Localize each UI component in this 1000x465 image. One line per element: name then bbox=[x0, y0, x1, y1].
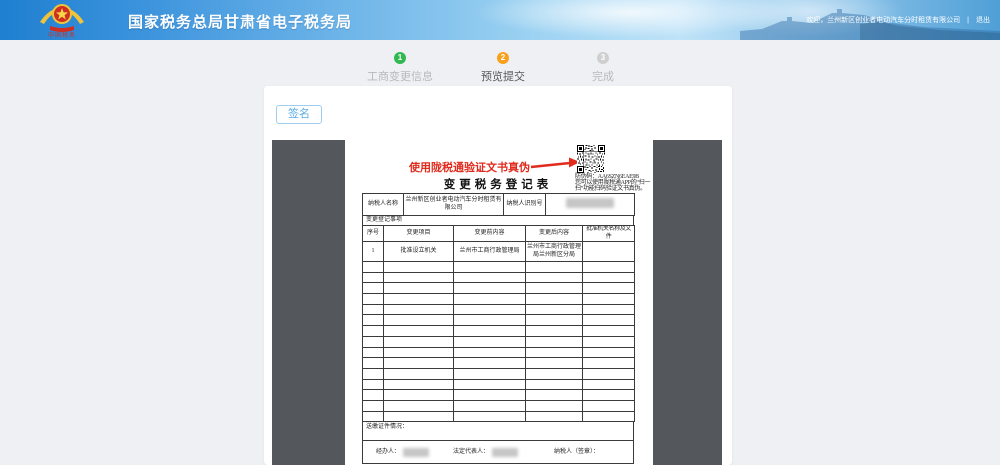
col-seq: 序号 bbox=[363, 226, 384, 242]
stepper: 1 工商变更信息 2 预览提交 3 完成 bbox=[0, 52, 1000, 86]
empty-row bbox=[363, 390, 635, 401]
taxpayer-name-value: 兰州新区创业者电动汽车分时租赁有限公司 bbox=[404, 194, 504, 216]
empty-row bbox=[363, 283, 635, 294]
redacted-value bbox=[566, 198, 614, 208]
cell-seq: 1 bbox=[363, 242, 384, 262]
qr-code bbox=[577, 145, 605, 173]
welcome-text: 欢迎，兰州新区创业者电动汽车分时租赁有限公司 bbox=[806, 15, 960, 25]
empty-row bbox=[363, 294, 635, 305]
table-row: 送缴证件情况： bbox=[363, 422, 634, 441]
document-title: 变更税务登记表 bbox=[362, 176, 634, 192]
table-row: 变更登记事项 bbox=[363, 216, 634, 226]
app-title: 国家税务总局甘肃省电子税务局 bbox=[128, 11, 352, 32]
col-authority: 批准机关名称及文件 bbox=[583, 226, 635, 242]
handler-label: 经办人： bbox=[376, 449, 400, 457]
signature-cell: 经办人： 法定代表人： 纳税人（签章）： bbox=[363, 441, 634, 464]
annotation-arrow-icon bbox=[530, 156, 580, 172]
change-items-section-label: 变更登记事项 bbox=[363, 216, 634, 226]
cell-change-item: 批准设立机关 bbox=[384, 242, 454, 262]
document-viewer: 使用陇税通验证文书真伪 防伪码：AA6SZN6EAE9B 您可以使用陇税通APP… bbox=[272, 140, 722, 465]
content-card: 签名 使用陇税通验证文书真伪 防伪码：AA6SZN6EAE9B 您可以使用陇税通… bbox=[264, 86, 732, 465]
step-complete: 3 完成 bbox=[538, 52, 668, 84]
registration-form: 纳税人名称 兰州新区创业者电动汽车分时租赁有限公司 纳税人识别号 变更登记事项 … bbox=[362, 194, 634, 464]
cell-authority bbox=[583, 242, 635, 262]
signature-table: 经办人： 法定代表人： 纳税人（签章）： bbox=[362, 440, 634, 464]
logout-link[interactable]: 退出 bbox=[976, 15, 990, 25]
col-before: 变更前内容 bbox=[454, 226, 526, 242]
table-row: 纳税人名称 兰州新区创业者电动汽车分时租赁有限公司 纳税人识别号 bbox=[363, 194, 635, 216]
empty-row bbox=[363, 358, 635, 369]
empty-row bbox=[363, 347, 635, 358]
taxpayer-info-table: 纳税人名称 兰州新区创业者电动汽车分时租赁有限公司 纳税人识别号 bbox=[362, 193, 635, 216]
table-header-row: 序号 变更项目 变更前内容 变更后内容 批准机关名称及文件 bbox=[363, 226, 635, 242]
step-label: 完成 bbox=[538, 68, 668, 84]
cell-after: 兰州市工商行政管理局兰州新区分局 bbox=[526, 242, 583, 262]
step-number-badge: 3 bbox=[597, 52, 609, 64]
empty-row bbox=[363, 315, 635, 326]
legal-rep-label: 法定代表人： bbox=[453, 449, 489, 457]
document-page: 使用陇税通验证文书真伪 防伪码：AA6SZN6EAE9B 您可以使用陇税通APP… bbox=[345, 140, 653, 465]
empty-row bbox=[363, 304, 635, 315]
taxpayer-id-cell bbox=[546, 194, 635, 216]
divider: | bbox=[967, 17, 969, 24]
sign-button[interactable]: 签名 bbox=[276, 105, 322, 124]
step-number-badge: 2 bbox=[497, 52, 509, 64]
empty-row bbox=[363, 262, 635, 273]
documents-submitted-table: 送缴证件情况： bbox=[362, 421, 634, 441]
verify-annotation-text: 使用陇税通验证文书真伪 bbox=[409, 159, 530, 175]
app-header: 中国税务 国家税务总局甘肃省电子税务局 欢迎，兰州新区创业者电动汽车分时租赁有限… bbox=[0, 0, 1000, 40]
empty-row bbox=[363, 411, 635, 422]
col-after: 变更后内容 bbox=[526, 226, 583, 242]
empty-row bbox=[363, 368, 635, 379]
taxpayer-id-label: 纳税人识别号 bbox=[504, 194, 546, 216]
taxpayer-name-label: 纳税人名称 bbox=[363, 194, 404, 216]
change-table-body bbox=[363, 262, 635, 422]
change-items-table: 序号 变更项目 变更前内容 变更后内容 批准机关名称及文件 1 批准设立机关 兰… bbox=[362, 225, 635, 422]
national-emblem-icon bbox=[36, 2, 88, 32]
redacted-value bbox=[492, 448, 518, 457]
documents-submitted-label: 送缴证件情况： bbox=[363, 422, 634, 441]
table-row: 经办人： 法定代表人： 纳税人（签章）： bbox=[363, 441, 634, 464]
taxpayer-seal-label: 纳税人（签章）： bbox=[554, 449, 599, 457]
table-row: 1 批准设立机关 兰州市工商行政管理局 兰州市工商行政管理局兰州新区分局 bbox=[363, 242, 635, 262]
empty-row bbox=[363, 272, 635, 283]
empty-row bbox=[363, 326, 635, 337]
empty-row bbox=[363, 336, 635, 347]
col-change-item: 变更项目 bbox=[384, 226, 454, 242]
empty-row bbox=[363, 379, 635, 390]
step-number-badge: 1 bbox=[394, 52, 406, 64]
cell-before: 兰州市工商行政管理局 bbox=[454, 242, 526, 262]
empty-row bbox=[363, 400, 635, 411]
redacted-value bbox=[403, 448, 429, 457]
logo-caption: 中国税务 bbox=[36, 30, 88, 39]
